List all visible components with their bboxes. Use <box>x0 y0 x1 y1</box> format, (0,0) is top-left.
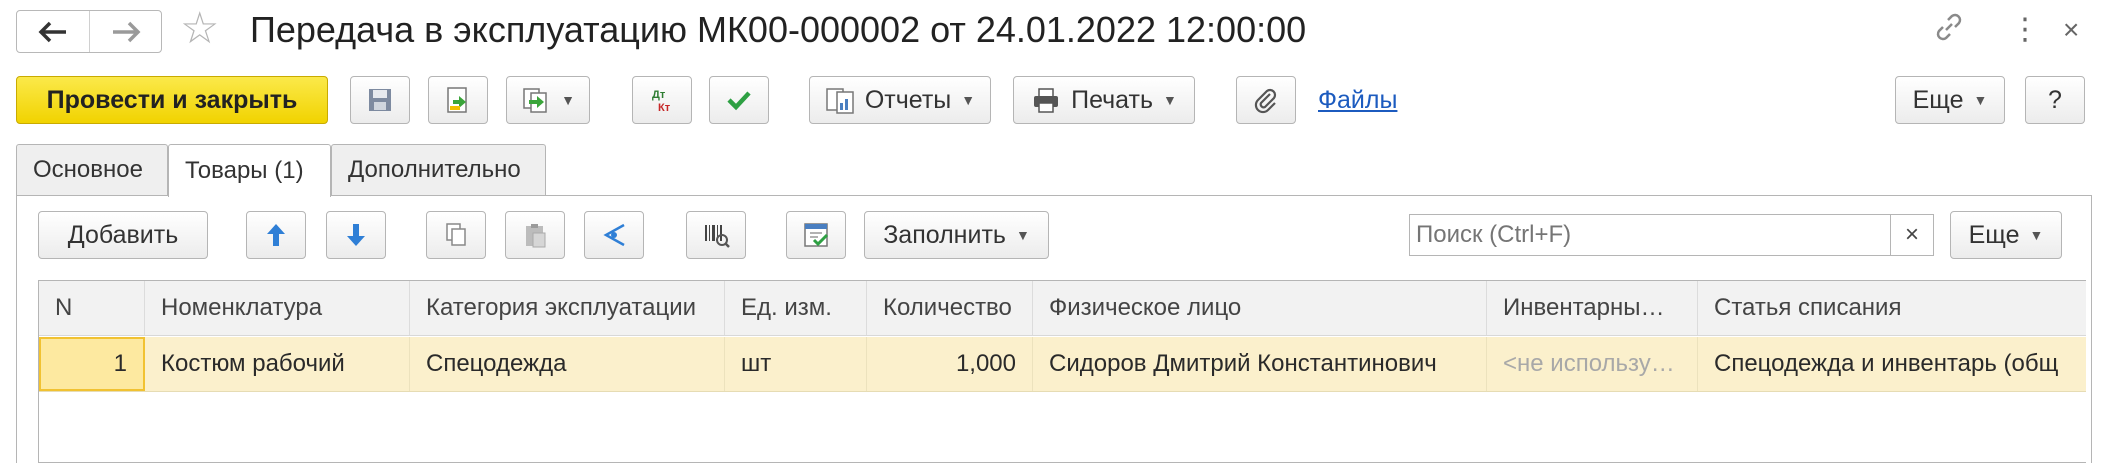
goods-table: N Номенклатура Категория эксплуатации Ед… <box>38 280 2086 463</box>
search-input[interactable] <box>1409 214 1934 256</box>
close-icon[interactable]: × <box>2063 10 2079 50</box>
move-up-button[interactable] <box>246 211 306 259</box>
check-button[interactable] <box>709 76 769 124</box>
person-cell[interactable]: Сидоров Дмитрий Константинович <box>1033 337 1487 391</box>
attach-button[interactable] <box>1236 76 1296 124</box>
help-button[interactable]: ? <box>2025 76 2085 124</box>
title-bar: ☆ Передача в эксплуатацию МК00-000002 от… <box>0 0 2108 64</box>
move-down-button[interactable] <box>326 211 386 259</box>
quantity-cell[interactable]: 1,000 <box>867 337 1033 391</box>
link-icon[interactable] <box>1932 10 1966 55</box>
checkmark-icon <box>727 91 751 111</box>
column-header[interactable]: Ед. изм. <box>725 281 867 335</box>
copy-icon <box>446 223 466 246</box>
fill-check-button[interactable] <box>786 211 846 259</box>
goods-more-label: Еще <box>1968 220 2020 249</box>
barcode-button[interactable] <box>686 211 746 259</box>
column-header[interactable]: Номенклатура <box>145 281 410 335</box>
reports-label: Отчеты <box>864 85 952 114</box>
column-header[interactable]: Категория эксплуатации <box>410 281 725 335</box>
navigation-group <box>16 10 162 53</box>
printer-icon <box>1034 88 1059 113</box>
chevron-down-icon: ▼ <box>1163 92 1177 108</box>
column-header[interactable]: Инвентарны… <box>1487 281 1698 335</box>
category-cell[interactable]: Спецодежда <box>410 337 725 391</box>
reports-icon <box>826 88 854 114</box>
tab-additional[interactable]: Дополнительно <box>331 144 546 195</box>
table-row[interactable]: 1 Костюм рабочий Спецодежда шт 1,000 Сид… <box>39 337 2086 392</box>
files-link[interactable]: Файлы <box>1318 86 1397 115</box>
goods-more-button[interactable]: Еще ▼ <box>1950 211 2062 259</box>
tab-main[interactable]: Основное <box>16 144 168 195</box>
chevron-down-icon: ▼ <box>2029 227 2044 243</box>
arrow-left-icon <box>38 21 66 42</box>
forward-button[interactable] <box>89 11 161 52</box>
tab-goods[interactable]: Товары (1) <box>168 144 331 197</box>
chevron-down-icon: ▼ <box>561 92 575 108</box>
reports-button[interactable]: Отчеты ▼ <box>809 76 991 124</box>
barcode-search-icon <box>705 225 730 248</box>
fill-label: Заполнить <box>883 220 1006 249</box>
copy-button[interactable] <box>426 211 486 259</box>
more-label: Еще <box>1912 85 1964 114</box>
search-clear-icon[interactable]: × <box>1890 214 1934 256</box>
select-button[interactable] <box>584 211 644 259</box>
fill-button[interactable]: Заполнить ▼ <box>864 211 1049 259</box>
post-and-close-button[interactable]: Провести и закрыть <box>16 76 328 124</box>
favorite-star-icon[interactable]: ☆ <box>180 7 219 51</box>
column-header[interactable]: Количество <box>867 281 1033 335</box>
column-header[interactable]: N <box>39 281 145 335</box>
row-number[interactable]: 1 <box>39 337 145 391</box>
debit-credit-icon: ДтКт <box>652 89 671 114</box>
writeoff-cell[interactable]: Спецодежда и инвентарь (общ <box>1698 337 2086 391</box>
page-title: Передача в эксплуатацию МК00-000002 от 2… <box>250 9 1307 50</box>
save-button[interactable] <box>350 76 410 124</box>
item-cell[interactable]: Костюм рабочий <box>145 337 410 391</box>
print-label: Печать <box>1071 85 1154 114</box>
more-actions-icon[interactable]: ⋮ <box>2010 10 2040 50</box>
inventory-cell[interactable]: <не использу… <box>1487 337 1698 391</box>
pick-icon <box>603 223 625 247</box>
arrow-right-icon <box>112 21 140 42</box>
chevron-down-icon: ▼ <box>1015 227 1030 243</box>
paste-button[interactable] <box>505 211 565 259</box>
chevron-down-icon: ▼ <box>961 92 976 108</box>
svg-text:Кт: Кт <box>658 102 671 114</box>
paperclip-icon <box>1254 88 1277 114</box>
arrow-up-icon <box>267 224 285 246</box>
back-button[interactable] <box>17 11 89 52</box>
svg-text:Дт: Дт <box>652 89 666 101</box>
column-header[interactable]: Физическое лицо <box>1033 281 1487 335</box>
post-button[interactable] <box>428 76 488 124</box>
add-row-button[interactable]: Добавить <box>38 211 208 259</box>
table-check-icon <box>804 223 829 247</box>
create-based-on-button[interactable]: ▼ <box>506 76 590 124</box>
paste-icon <box>526 224 546 248</box>
save-icon <box>369 89 391 111</box>
arrow-down-icon <box>347 224 365 246</box>
unit-cell[interactable]: шт <box>725 337 867 391</box>
more-button[interactable]: Еще ▼ <box>1895 76 2005 124</box>
dt-kt-button[interactable]: Дт Кт <box>632 76 692 124</box>
table-header: N Номенклатура Категория эксплуатации Ед… <box>39 281 2086 336</box>
post-document-icon <box>447 87 467 113</box>
chevron-down-icon: ▼ <box>1973 92 1988 108</box>
create-based-on-icon <box>523 88 547 113</box>
column-header[interactable]: Статья списания <box>1698 281 2086 335</box>
print-button[interactable]: Печать ▼ <box>1013 76 1195 124</box>
